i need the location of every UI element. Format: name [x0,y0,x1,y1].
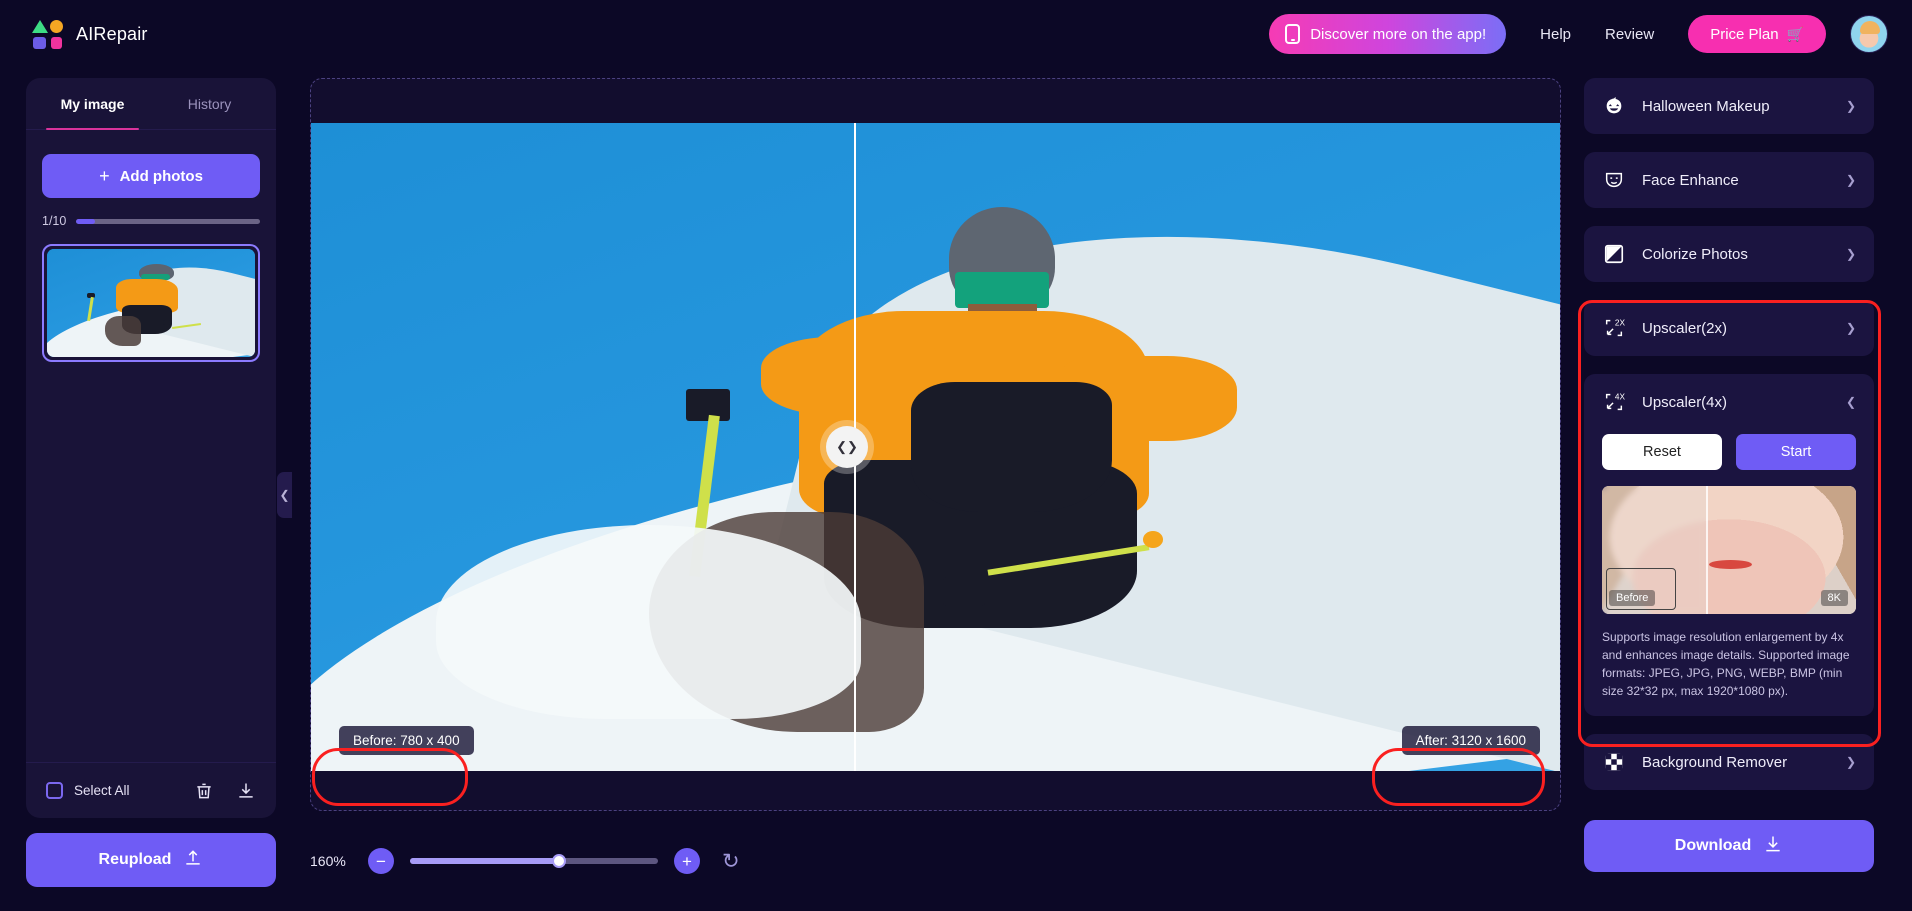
upscaler-description: Supports image resolution enlargement by… [1602,628,1856,700]
download-button[interactable]: Download [1584,820,1874,872]
zoom-percent-label: 160% [310,853,352,869]
download-arrow-icon [1763,834,1783,859]
checkerboard-icon [1602,750,1626,774]
select-all-bar: Select All [26,762,276,818]
tool-colorize-photos[interactable]: Colorize Photos ❯ [1584,226,1874,282]
tool-upscaler-2x[interactable]: 2X Upscaler(2x) ❯ [1584,300,1874,356]
preview-after-label: 8K [1821,590,1848,606]
preview-before-label: Before [1609,590,1655,606]
zoom-slider-fill [410,858,559,864]
select-all-checkbox[interactable] [46,782,63,799]
price-plan-label: Price Plan [1710,26,1778,43]
pumpkin-icon [1602,94,1626,118]
chevron-down-icon: ❯ [1846,247,1856,261]
compare-slider-handle[interactable]: ❮❯ [826,426,868,468]
photo-counter: 1/10 [42,214,260,228]
logo-rectangle-icon [51,37,62,49]
svg-text:4X: 4X [1615,392,1625,401]
mobile-phone-icon [1285,24,1300,44]
tool-label: Background Remover [1642,754,1787,771]
upscale-4x-icon: 4X [1602,390,1626,414]
app-header: AIRepair Discover more on the app! Help … [0,0,1912,68]
tab-history[interactable]: History [151,78,268,129]
photo-counter-label: 1/10 [42,214,66,228]
reupload-button[interactable]: Reupload [26,833,276,887]
thumbnail-image [47,249,255,357]
upload-icon [183,848,203,873]
avatar[interactable] [1850,15,1888,53]
reupload-label: Reupload [99,851,172,869]
header-actions: Discover more on the app! Help Review Pr… [1269,14,1888,54]
discover-more-label: Discover more on the app! [1310,26,1486,43]
zoom-controls: 160% − + ↻ [310,848,740,874]
discover-more-button[interactable]: Discover more on the app! [1269,14,1506,54]
plus-icon: + [99,166,110,187]
logo-square-icon [33,37,46,49]
svg-text:2X: 2X [1615,318,1625,327]
image-stage: ❮❯ Before: 780 x 400 After: 3120 x 1600 [311,123,1561,771]
before-dimensions-label: Before: 780 x 400 [339,726,474,755]
start-button[interactable]: Start [1736,434,1856,470]
add-photos-button[interactable]: + Add photos [42,154,260,198]
after-dimensions-label: After: 3120 x 1600 [1402,726,1540,755]
tool-face-enhance[interactable]: Face Enhance ❯ [1584,152,1874,208]
chevron-down-icon: ❯ [1846,99,1856,113]
tool-background-remover[interactable]: Background Remover ❯ [1584,734,1874,790]
tool-upscaler-4x: 4X Upscaler(4x) ❮ Reset Start Before 8K … [1584,374,1874,716]
price-plan-button[interactable]: Price Plan 🛒 [1688,15,1826,53]
tool-halloween-makeup[interactable]: Halloween Makeup ❯ [1584,78,1874,134]
skier-image [311,123,1561,771]
download-label: Download [1675,837,1751,855]
upscale-2x-icon: 2X [1602,316,1626,340]
tool-label: Colorize Photos [1642,246,1748,263]
refresh-rotate-icon[interactable]: ↻ [722,849,740,874]
chevron-down-icon: ❯ [1846,755,1856,769]
tool-label: Upscaler(4x) [1642,394,1727,411]
image-compare-canvas[interactable]: ❮❯ Before: 780 x 400 After: 3120 x 1600 [310,78,1561,811]
zoom-slider[interactable] [410,858,658,864]
list-item[interactable] [42,244,260,362]
photo-counter-bar [76,219,260,224]
tool-label: Face Enhance [1642,172,1739,189]
tool-upscaler-4x-header[interactable]: 4X Upscaler(4x) ❮ [1584,374,1874,430]
chevron-down-icon: ❯ [1846,173,1856,187]
left-right-chevrons-icon: ❮❯ [836,439,858,455]
sidebar-tabs: My image History [26,78,276,130]
tools-panel: Halloween Makeup ❯ Face Enhance ❯ Colori… [1584,78,1874,808]
chevron-down-icon: ❯ [1846,321,1856,335]
review-link[interactable]: Review [1605,26,1654,43]
face-mask-icon [1602,168,1626,192]
logo-triangle-icon [32,20,48,33]
add-photos-label: Add photos [120,168,203,185]
select-all-label: Select All [74,783,130,798]
tool-label: Upscaler(2x) [1642,320,1727,337]
download-icon[interactable] [236,781,256,801]
tab-my-image[interactable]: My image [34,78,151,129]
bulk-actions [194,781,256,801]
chevron-up-icon: ❮ [1846,395,1856,409]
upscaler-action-buttons: Reset Start [1584,430,1874,470]
trash-icon[interactable] [194,781,214,801]
sidebar-collapse-button[interactable]: ❮ [277,472,292,518]
logo-and-brand[interactable]: AIRepair [32,18,148,50]
zoom-in-button[interactable]: + [674,848,700,874]
shopping-cart-icon: 🛒 [1787,26,1804,43]
help-link[interactable]: Help [1540,26,1571,43]
logo-circle-icon [50,20,63,33]
tool-label: Halloween Makeup [1642,98,1770,115]
reset-button[interactable]: Reset [1602,434,1722,470]
left-sidebar: My image History + Add photos 1/10 S [26,78,276,818]
app-logo-icon [32,18,64,50]
zoom-out-button[interactable]: − [368,848,394,874]
brand-name: AIRepair [76,24,148,45]
zoom-slider-knob[interactable] [552,854,566,868]
half-filled-square-icon [1602,242,1626,266]
photo-counter-fill [76,219,94,224]
upscaler-preview-image: Before 8K [1602,486,1856,614]
